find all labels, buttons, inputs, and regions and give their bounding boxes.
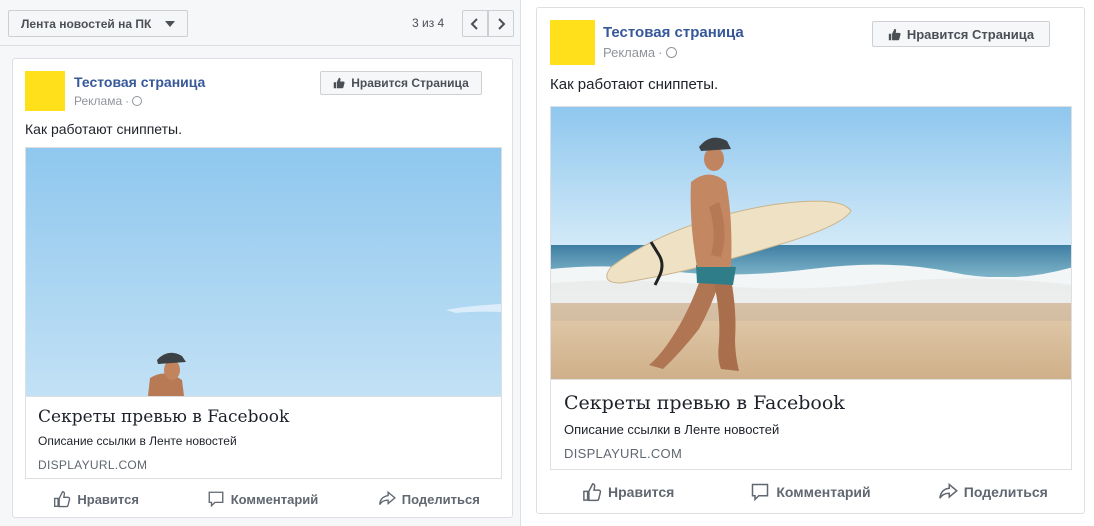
like-page-label: Нравится Страница xyxy=(351,76,469,90)
link-description: Описание ссылки в Ленте новостей xyxy=(38,434,237,448)
next-button[interactable] xyxy=(488,10,514,37)
share-icon xyxy=(378,490,396,505)
previous-button[interactable] xyxy=(462,10,488,37)
link-title: Секреты превью в Facebook xyxy=(564,392,845,414)
like-page-label: Нравится Страница xyxy=(906,26,1035,42)
sponsored-label: Реклама · xyxy=(74,94,143,108)
like-label: Нравится xyxy=(77,491,139,507)
thumbs-up-icon xyxy=(54,491,71,508)
like-action[interactable]: Нравится xyxy=(13,487,179,511)
link-info: Секреты превью в Facebook Описание ссылк… xyxy=(26,396,501,478)
comment-icon xyxy=(208,491,224,508)
share-action[interactable]: Поделиться xyxy=(346,487,512,511)
chevron-right-icon xyxy=(498,17,506,30)
page-name-link[interactable]: Тестовая страница xyxy=(603,24,744,41)
avatar[interactable] xyxy=(25,71,65,111)
separator-dot: · xyxy=(125,94,130,108)
comment-action[interactable]: Комментарий xyxy=(719,479,901,505)
display-url: DISPLAYURL.COM xyxy=(38,458,148,472)
display-url: DISPLAYURL.COM xyxy=(564,446,683,461)
like-page-button[interactable]: Нравится Страница xyxy=(320,71,482,95)
comment-label: Комментарий xyxy=(230,491,319,507)
chevron-left-icon xyxy=(470,17,478,30)
comment-label: Комментарий xyxy=(776,484,871,500)
link-image xyxy=(26,148,501,396)
thumbs-up-icon xyxy=(583,483,602,502)
page-name-link[interactable]: Тестовая страница xyxy=(74,74,205,90)
post-text: Как работают сниппеты. xyxy=(550,76,719,93)
pager-counter: 3 из 4 xyxy=(412,16,445,30)
link-attachment[interactable]: Секреты превью в Facebook Описание ссылк… xyxy=(550,106,1072,470)
placement-dropdown-label: Лента новостей на ПК xyxy=(21,16,152,31)
caret-down-icon xyxy=(165,21,175,27)
action-bar: Нравится Комментарий Поделиться xyxy=(537,479,1084,505)
comment-action[interactable]: Комментарий xyxy=(179,487,345,511)
link-description: Описание ссылки в Ленте новостей xyxy=(564,422,780,437)
preview-panel-left: Лента новостей на ПК 3 из 4 Тестовая стр… xyxy=(0,0,521,526)
action-bar: Нравится Комментарий Поделиться xyxy=(13,487,512,511)
link-info: Секреты превью в Facebook Описание ссылк… xyxy=(551,379,1071,469)
separator-dot: · xyxy=(658,45,663,60)
sponsored-label: Реклама · xyxy=(603,45,677,60)
post-text: Как работают сниппеты. xyxy=(25,121,182,137)
share-label: Поделиться xyxy=(401,491,480,507)
link-title: Секреты превью в Facebook xyxy=(38,407,290,427)
link-attachment[interactable]: Секреты превью в Facebook Описание ссылк… xyxy=(25,147,502,479)
globe-icon xyxy=(132,96,143,106)
like-action[interactable]: Нравится xyxy=(537,479,719,505)
link-image xyxy=(551,107,1071,379)
share-label: Поделиться xyxy=(963,484,1048,500)
like-label: Нравится xyxy=(608,484,675,500)
avatar[interactable] xyxy=(550,20,595,65)
comment-icon xyxy=(752,483,769,502)
share-icon xyxy=(938,482,958,499)
thumbs-up-icon xyxy=(333,77,345,89)
ad-preview-card: Тестовая страница Реклама · Нравится Стр… xyxy=(536,7,1085,514)
sponsored-text: Реклама xyxy=(74,94,123,108)
share-action[interactable]: Поделиться xyxy=(902,479,1084,505)
like-page-button[interactable]: Нравится Страница xyxy=(872,21,1050,47)
placement-dropdown[interactable]: Лента новостей на ПК xyxy=(8,10,188,37)
thumbs-up-icon xyxy=(888,28,901,40)
preview-toolbar: Лента новостей на ПК 3 из 4 xyxy=(0,0,521,46)
sponsored-text: Реклама xyxy=(603,45,656,60)
ad-preview-card-cropped: Тестовая страница Реклама · Нравится Стр… xyxy=(12,58,513,518)
globe-icon xyxy=(665,47,677,58)
